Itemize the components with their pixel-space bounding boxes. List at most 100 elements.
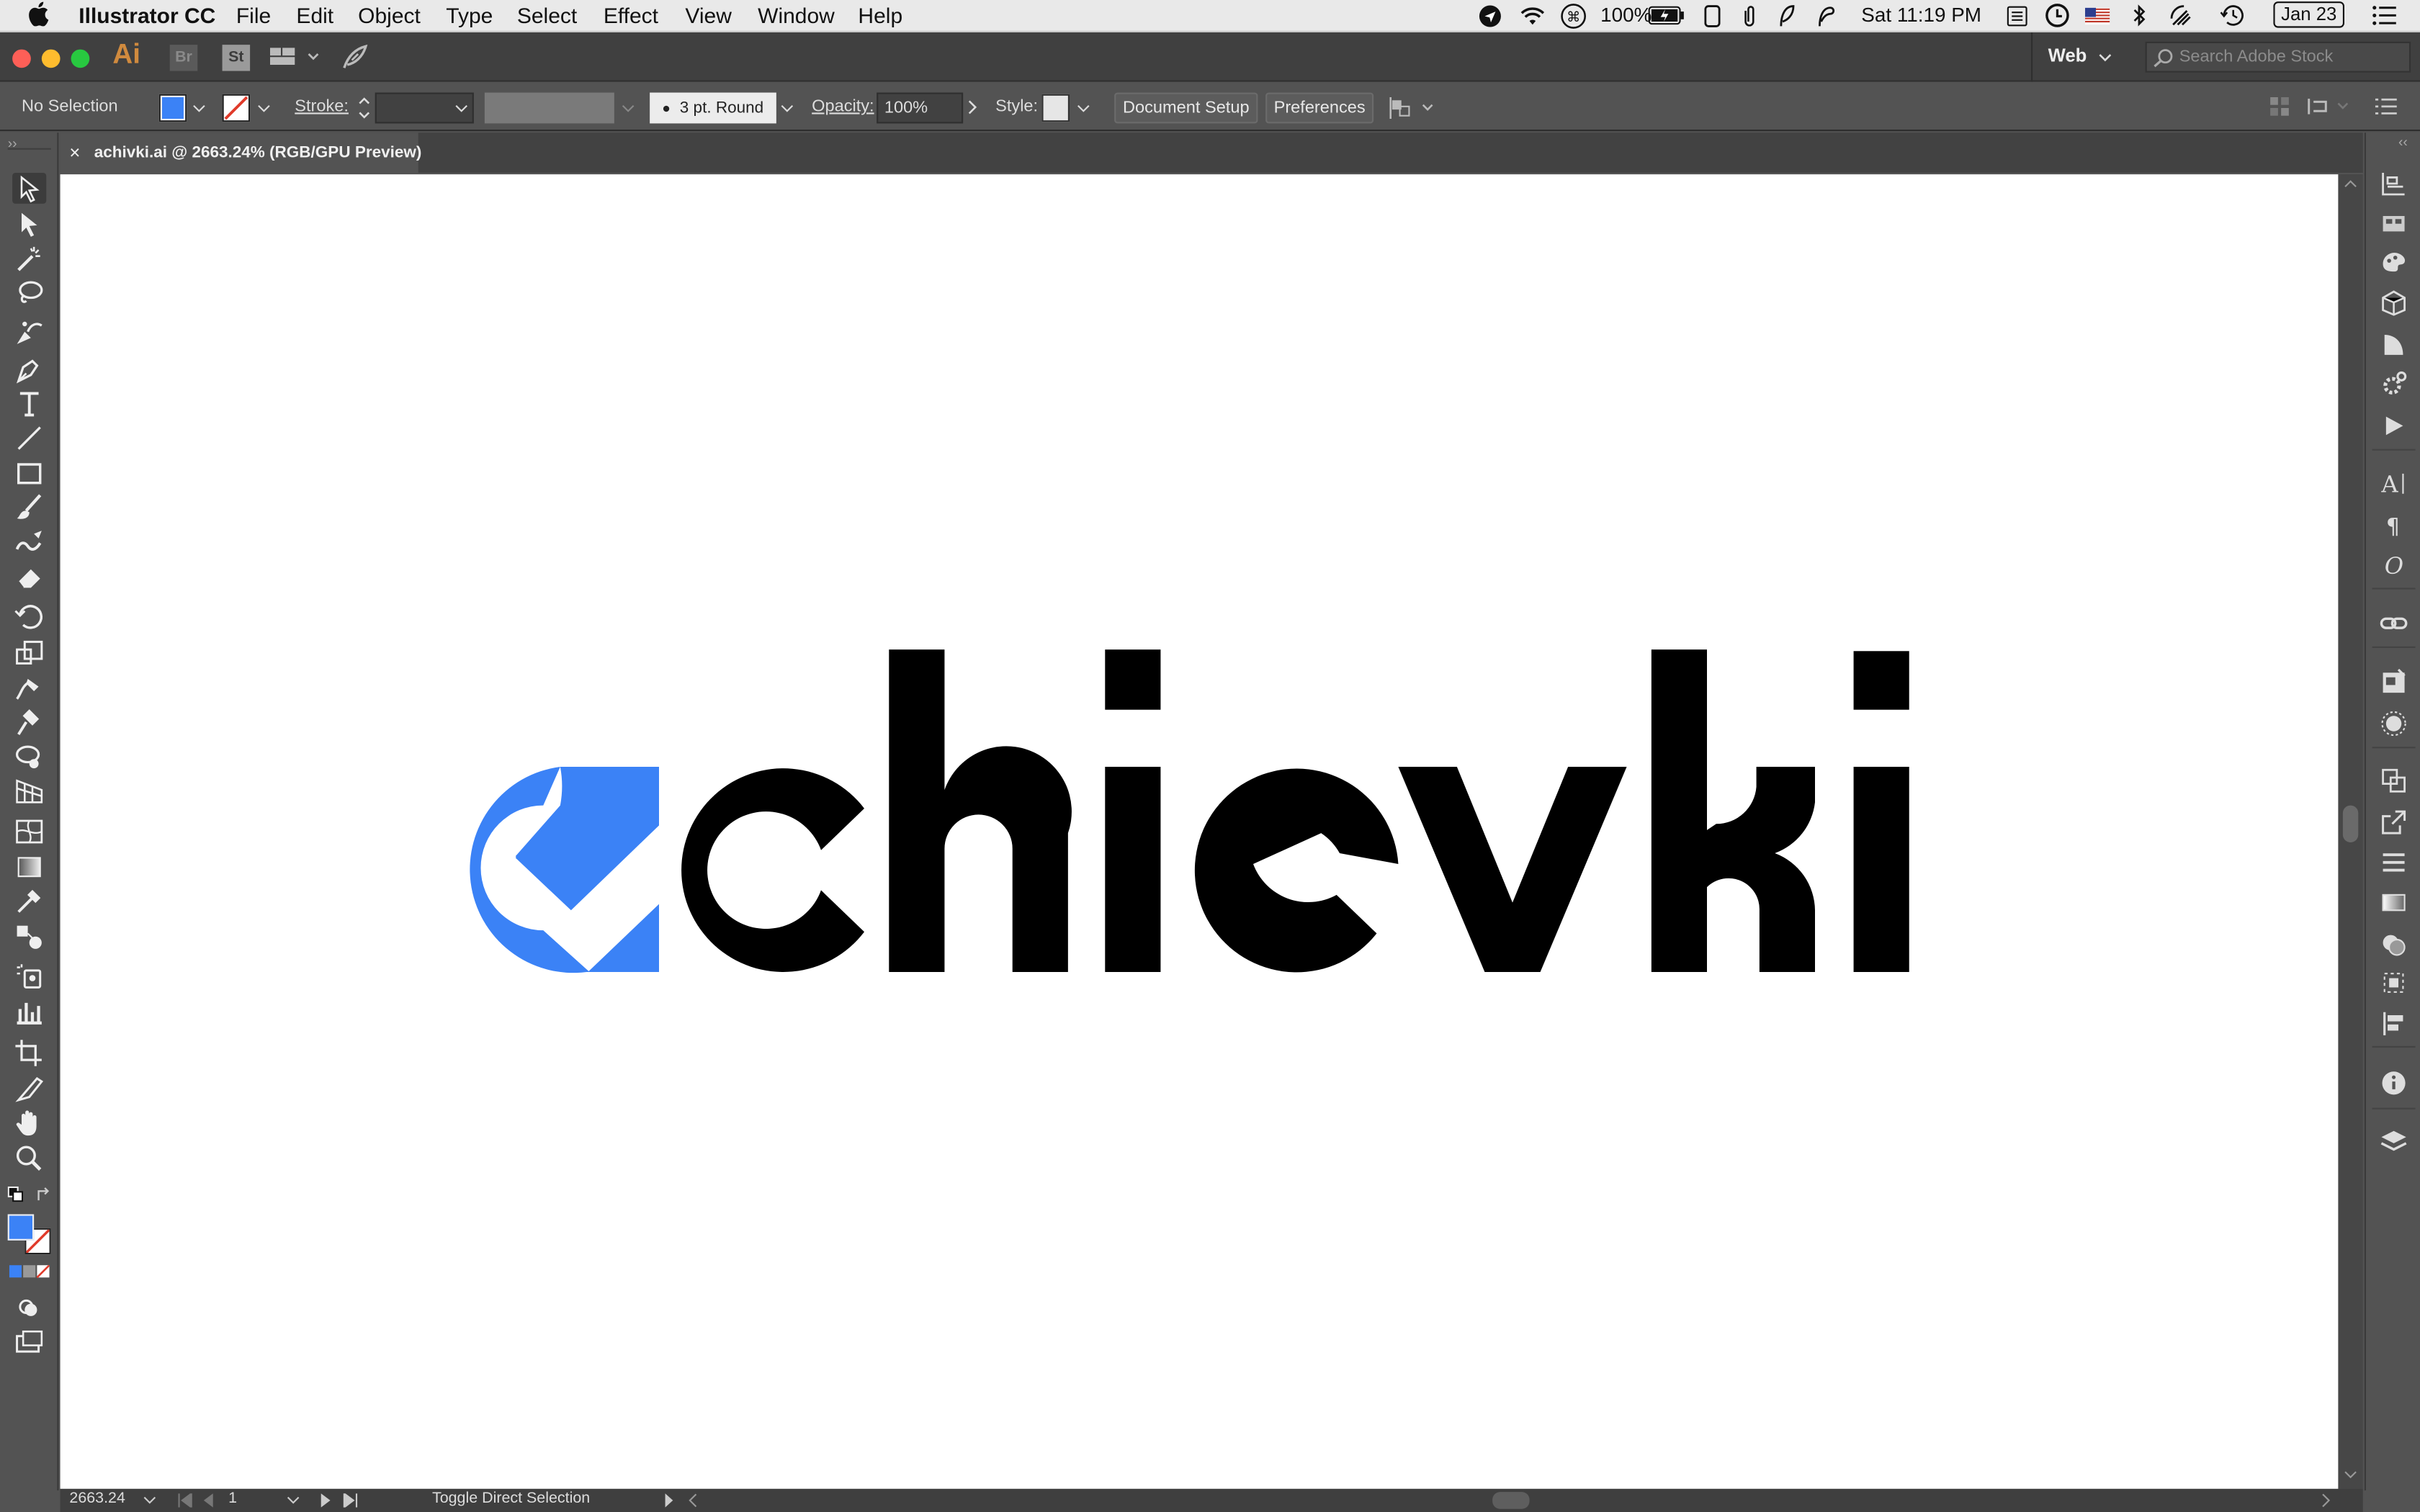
document-tab[interactable]: × achivki.ai @ 2663.24% (RGB/GPU Preview… bbox=[60, 132, 421, 173]
fill-swatch[interactable] bbox=[158, 94, 187, 122]
properties-panel-icon[interactable] bbox=[2380, 170, 2408, 198]
zoom-window-button[interactable] bbox=[71, 49, 90, 68]
stroke-weight-chevron-icon[interactable] bbox=[455, 105, 467, 113]
logo-artwork[interactable] bbox=[60, 174, 2339, 1489]
scroll-right-icon[interactable] bbox=[2321, 1493, 2331, 1508]
next-artboard-icon[interactable] bbox=[320, 1493, 332, 1508]
time-machine-icon[interactable] bbox=[2219, 3, 2245, 27]
minimize-window-button[interactable] bbox=[41, 49, 60, 68]
menu-effect[interactable]: Effect bbox=[604, 3, 658, 27]
rotate-tool-icon[interactable] bbox=[12, 602, 46, 633]
clock[interactable]: Sat 11:19 PM bbox=[1861, 3, 1981, 26]
close-tab-icon[interactable]: × bbox=[69, 142, 80, 163]
wifi-icon[interactable] bbox=[1519, 4, 1547, 26]
perspective-grid-tool-icon[interactable] bbox=[12, 776, 46, 807]
isolate-icon[interactable] bbox=[2269, 96, 2290, 117]
battery-icon[interactable] bbox=[1648, 6, 1685, 25]
menu-edit[interactable]: Edit bbox=[296, 3, 333, 27]
transparency-panel-icon[interactable] bbox=[2380, 930, 2408, 958]
brush-chevron-icon[interactable] bbox=[781, 105, 794, 113]
stroke-swatch[interactable] bbox=[222, 94, 251, 122]
opentype-panel-icon[interactable]: O bbox=[2380, 551, 2408, 578]
control-panel-menu-icon[interactable] bbox=[2375, 97, 2397, 116]
app-name-menu[interactable]: Illustrator CC bbox=[79, 3, 215, 27]
last-artboard-icon[interactable] bbox=[343, 1493, 358, 1508]
default-fill-stroke-icon[interactable] bbox=[7, 1186, 24, 1202]
eraser-tool-icon[interactable] bbox=[12, 562, 46, 593]
export-window-icon[interactable] bbox=[2380, 809, 2408, 837]
opacity-label[interactable]: Opacity: bbox=[812, 97, 874, 116]
magic-wand-tool-icon[interactable] bbox=[12, 244, 46, 275]
color-guide-icon[interactable] bbox=[2380, 248, 2408, 276]
column-graph-tool-icon[interactable] bbox=[12, 996, 46, 1027]
screen-mode-icon[interactable] bbox=[12, 1328, 46, 1359]
menu-view[interactable]: View bbox=[685, 3, 731, 27]
direct-selection-tool-icon[interactable] bbox=[12, 208, 46, 239]
keyboard-command-icon[interactable]: ⌘ bbox=[1560, 3, 1586, 29]
hand-tool-icon[interactable] bbox=[12, 1108, 46, 1139]
opacity-arrow-icon[interactable] bbox=[968, 100, 977, 114]
document-setup-button[interactable]: Document Setup bbox=[1114, 92, 1258, 124]
artboard-canvas[interactable] bbox=[60, 174, 2339, 1489]
artboard-dropdown-chevron-icon[interactable] bbox=[287, 1496, 300, 1505]
vertical-scrollbar[interactable] bbox=[2338, 174, 2363, 1489]
warp-tool-icon[interactable] bbox=[12, 672, 46, 703]
type-tool-icon[interactable] bbox=[12, 389, 46, 420]
libraries-panel-icon[interactable] bbox=[2380, 210, 2408, 238]
menu-help[interactable]: Help bbox=[858, 3, 902, 27]
artboard-tool-icon[interactable] bbox=[12, 1037, 46, 1068]
character-panel-icon[interactable]: A bbox=[2380, 469, 2408, 497]
paragraph-panel-icon[interactable]: ¶ bbox=[2380, 510, 2408, 538]
menu-window[interactable]: Window bbox=[758, 3, 835, 27]
date-badge[interactable]: Jan 23 bbox=[2273, 1, 2344, 28]
scroll-left-icon[interactable] bbox=[689, 1493, 698, 1508]
chevron-down-icon[interactable] bbox=[2099, 54, 2112, 62]
arrange-icon[interactable] bbox=[2305, 96, 2352, 117]
calendar-list-icon[interactable] bbox=[2007, 4, 2028, 27]
stock-button[interactable]: St bbox=[222, 45, 251, 71]
brush-definition-field[interactable]: ● 3 pt. Round bbox=[650, 92, 776, 124]
airplay-wave-icon[interactable] bbox=[2169, 3, 2197, 27]
first-artboard-icon[interactable] bbox=[177, 1493, 192, 1508]
workspace-switcher[interactable]: Web bbox=[2048, 45, 2087, 66]
rectangle-tool-icon[interactable] bbox=[12, 458, 46, 489]
selection-tool-icon[interactable] bbox=[12, 173, 47, 204]
links-panel-icon[interactable] bbox=[2380, 609, 2408, 637]
line-segment-tool-icon[interactable] bbox=[12, 423, 46, 454]
pencil-icon[interactable] bbox=[1816, 4, 1835, 27]
align-panel-icon[interactable] bbox=[2380, 1009, 2408, 1037]
menu-select[interactable]: Select bbox=[517, 3, 577, 27]
paperclip-icon[interactable] bbox=[1741, 4, 1758, 27]
zoom-tool-icon[interactable] bbox=[12, 1143, 46, 1174]
gradient-panel-icon[interactable] bbox=[2380, 330, 2408, 359]
flag-us-icon[interactable] bbox=[2085, 7, 2110, 25]
artboard-number-field[interactable]: 1 bbox=[228, 1490, 237, 1508]
time-icon[interactable] bbox=[2045, 3, 2069, 27]
profile-chevron-icon[interactable] bbox=[622, 105, 635, 113]
style-chevron-icon[interactable] bbox=[1077, 105, 1090, 113]
transform-panel-icon[interactable] bbox=[2380, 767, 2408, 795]
pathfinder-grid-icon[interactable] bbox=[2380, 969, 2408, 997]
preferences-button[interactable]: Preferences bbox=[1265, 92, 1374, 124]
scroll-up-icon[interactable] bbox=[2344, 179, 2357, 189]
paintbrush-tool-icon[interactable] bbox=[12, 492, 46, 523]
notification-center-icon[interactable] bbox=[2372, 4, 2397, 26]
info-panel-icon[interactable] bbox=[2380, 1069, 2408, 1097]
eyedropper-tool-icon[interactable] bbox=[12, 886, 46, 917]
search-adobe-stock-field[interactable]: Search Adobe Stock bbox=[2145, 41, 2411, 73]
menu-type[interactable]: Type bbox=[446, 3, 493, 27]
swap-fill-stroke-icon[interactable] bbox=[35, 1187, 53, 1204]
align-artboard-icon[interactable] bbox=[1389, 96, 1439, 120]
curvature-tool-icon[interactable] bbox=[12, 318, 46, 348]
menu-file[interactable]: File bbox=[236, 3, 271, 27]
scroll-thumb[interactable] bbox=[2342, 805, 2359, 842]
tablet-icon[interactable] bbox=[1704, 4, 1721, 27]
3d-panel-icon[interactable] bbox=[2380, 289, 2408, 317]
stroke-panel-icon[interactable] bbox=[2380, 849, 2408, 877]
pen-tool-icon[interactable] bbox=[12, 354, 46, 384]
fill-color-box[interactable] bbox=[7, 1214, 35, 1241]
stroke-label[interactable]: Stroke: bbox=[295, 97, 349, 116]
asset-export-icon[interactable] bbox=[2380, 668, 2408, 696]
variable-width-profile[interactable] bbox=[484, 92, 614, 124]
bluetooth-icon[interactable] bbox=[2130, 3, 2148, 27]
